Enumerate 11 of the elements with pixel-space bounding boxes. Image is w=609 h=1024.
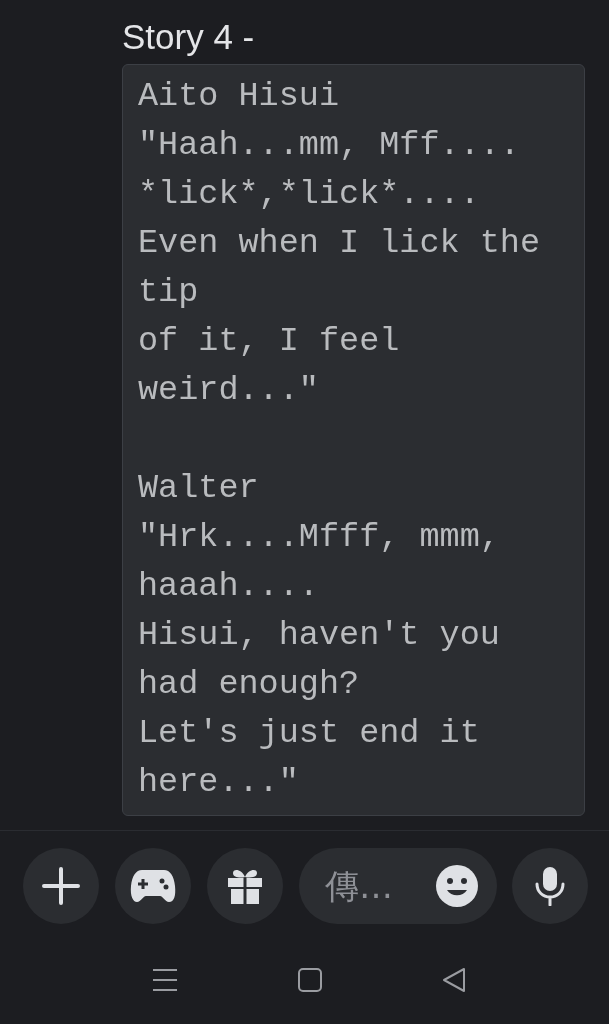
- menu-icon[interactable]: [150, 967, 179, 993]
- message-field[interactable]: 傳…: [323, 865, 435, 907]
- message-input-bar[interactable]: 傳…: [299, 848, 497, 924]
- home-square-icon[interactable]: [296, 967, 323, 993]
- microphone-icon: [534, 866, 566, 906]
- smiley-icon[interactable]: [435, 864, 479, 908]
- code-block: Aito Hisui "Haah...mm, Mff.... *lick*,*lick*.... Even when I lick the tip of it, I feel weird..." Walter "Hrk....Mfff, mmm, haaah.... Hisui, haven't you had enough? Let's just end it here...": [122, 64, 585, 816]
- back-triangle-icon[interactable]: [440, 967, 467, 993]
- gamepad-icon: [130, 868, 176, 904]
- plus-icon: [41, 866, 81, 906]
- message-title: Story 4 -: [122, 16, 256, 58]
